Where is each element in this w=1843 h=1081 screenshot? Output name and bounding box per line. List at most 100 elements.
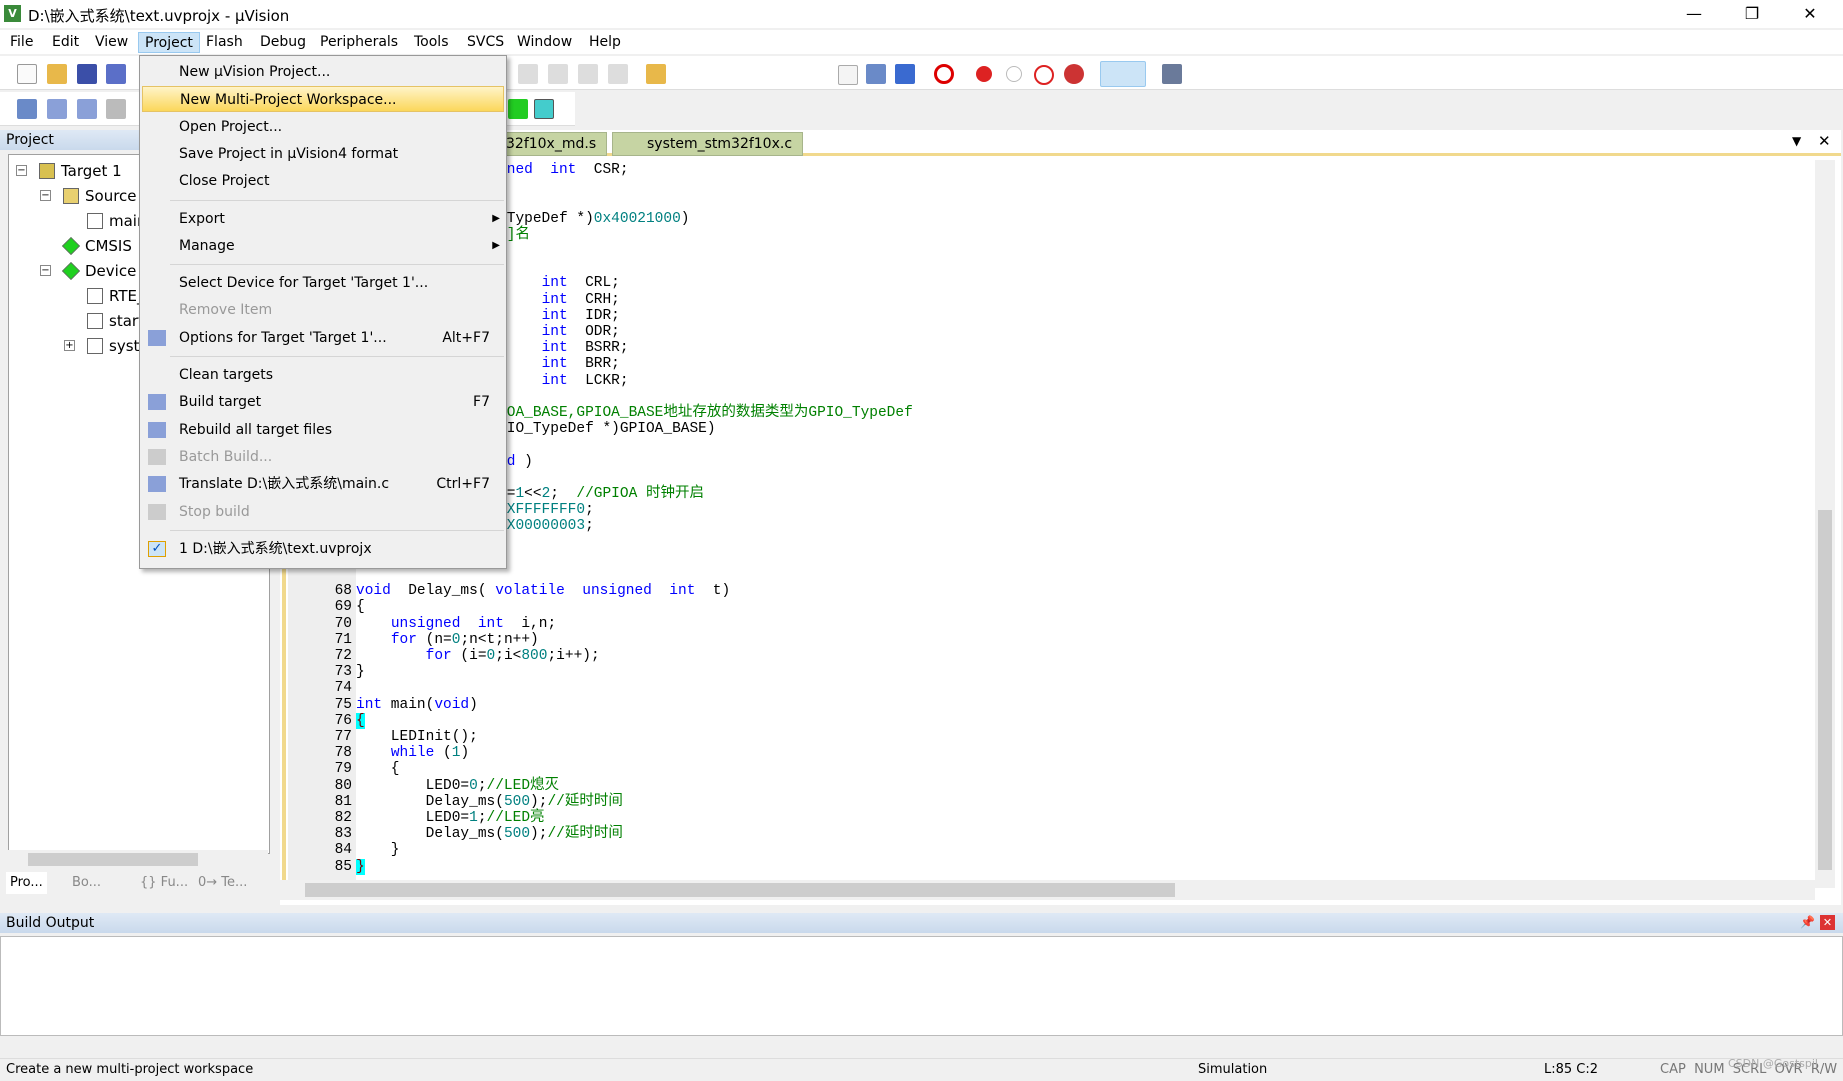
uncomment-icon[interactable] (608, 64, 628, 84)
tree-item[interactable]: RTE_ (87, 285, 144, 307)
panel-tab-1[interactable]: Bo... (72, 872, 101, 894)
find-dropdown[interactable] (838, 65, 858, 85)
window-layout-dropdown[interactable] (1100, 61, 1146, 87)
menu-item[interactable]: Build target F7 (142, 389, 504, 415)
editor-horizontal-scrollbar[interactable] (280, 880, 1815, 900)
breakpoint-icon[interactable] (976, 66, 992, 82)
minimize-button[interactable]: — (1665, 0, 1723, 28)
expander-collapse-icon[interactable]: − (40, 190, 51, 201)
panel-tab-3[interactable]: 0→ Te... (198, 872, 247, 894)
magic-wand-icon (148, 329, 166, 346)
tab-list-dropdown-icon[interactable]: ▼ (1792, 134, 1801, 148)
editor-vertical-scrollbar[interactable] (1815, 160, 1835, 888)
menu-view[interactable]: View (89, 32, 134, 53)
code-token: } (356, 842, 400, 859)
menu-peripherals[interactable]: Peripherals (314, 32, 404, 53)
kill-breakpoints-icon[interactable] (1064, 64, 1084, 84)
batch-build-icon[interactable] (106, 99, 126, 119)
find-icon[interactable] (866, 64, 886, 84)
save-icon[interactable] (77, 64, 97, 84)
restore-button[interactable]: ❐ (1723, 0, 1781, 28)
project-horizontal-scrollbar[interactable] (8, 850, 268, 868)
indent-icon[interactable] (518, 64, 538, 84)
select-packs-icon[interactable] (534, 99, 554, 119)
menu-edit[interactable]: Edit (46, 32, 85, 53)
find-in-files-icon[interactable] (646, 64, 666, 84)
translate-icon[interactable] (17, 99, 37, 119)
tree-item[interactable]: Device (61, 260, 136, 282)
menu-debug[interactable]: Debug (254, 32, 312, 53)
tree-item[interactable]: CMSIS (61, 235, 132, 257)
code-token: ); (530, 826, 548, 843)
menu-item[interactable]: Rebuild all target files (142, 417, 504, 443)
editor-tabs: 32f10x_md.s system_stm32f10x.c ▼ ✕ (280, 130, 1841, 156)
menu-item-shortcut: Alt+F7 (442, 329, 490, 346)
menu-item[interactable]: Manage ▶ (142, 233, 504, 259)
close-build-output-icon[interactable]: ✕ (1820, 915, 1835, 930)
panel-tab-2[interactable]: {} Fu... (140, 872, 188, 894)
tab-system-file[interactable]: system_stm32f10x.c (612, 132, 804, 156)
menu-window[interactable]: Window (511, 32, 578, 53)
code-line: 83 Delay_ms(500);//延时时间 (280, 826, 1810, 842)
unindent-icon[interactable] (548, 64, 568, 84)
menu-item[interactable]: Clean targets (142, 362, 504, 388)
incremental-find-icon[interactable] (895, 64, 915, 84)
menu-item[interactable]: New Multi-Project Workspace... (142, 86, 504, 113)
batch-build-icon (148, 448, 166, 465)
open-folder-icon[interactable] (47, 64, 67, 84)
rebuild-icon[interactable] (77, 99, 97, 119)
debug-session-icon[interactable] (934, 64, 954, 84)
menu-project[interactable]: Project (138, 32, 200, 53)
tab-startup-file[interactable]: 32f10x_md.s (495, 132, 608, 156)
close-button[interactable]: ✕ (1781, 0, 1839, 28)
menu-help[interactable]: Help (583, 32, 627, 53)
new-file-icon[interactable] (17, 64, 37, 84)
build-output-area[interactable] (0, 936, 1843, 1036)
watermark: CSDN @Gostspil (1728, 1057, 1818, 1070)
menu-svcs[interactable]: SVCS (461, 32, 510, 53)
menu-file[interactable]: File (4, 32, 39, 53)
expander-collapse-icon[interactable]: − (16, 165, 27, 176)
status-cursor-position: L:85 C:2 (1544, 1062, 1599, 1077)
tree-item[interactable]: main (87, 210, 146, 232)
menu-item[interactable]: Export ▶ (142, 206, 504, 232)
enable-breakpoint-icon[interactable] (1006, 66, 1022, 82)
line-number: 77 (334, 729, 352, 745)
code-line: IO_TypeDef *)GPIOA_BASE) (280, 421, 1810, 437)
menu-item[interactable]: Open Project... (142, 114, 504, 140)
code-line: 70 unsigned int i,n; (280, 616, 1810, 632)
menu-item-label: Remove Item (179, 302, 273, 319)
close-tab-icon[interactable]: ✕ (1818, 132, 1831, 150)
code-area[interactable]: ned int CSR; TypeDef *)0x40021000)]名 int … (280, 160, 1815, 888)
menu-item[interactable]: Remove Item (142, 297, 504, 323)
build-icon[interactable] (47, 99, 67, 119)
menu-item[interactable]: ✓ 1 D:\嵌入式系统\text.uvprojx (142, 536, 504, 562)
menu-item[interactable]: Close Project (142, 168, 504, 194)
code-token: { (356, 761, 400, 778)
menu-item[interactable]: Batch Build... (142, 444, 504, 470)
menu-item[interactable]: Save Project in µVision4 format (142, 141, 504, 167)
line-number: 73 (334, 664, 352, 681)
c-file-icon (87, 313, 103, 329)
disable-breakpoints-icon[interactable] (1034, 65, 1054, 85)
panel-tab-0[interactable]: Pro... (6, 872, 47, 894)
code-text: int CRL; (507, 275, 620, 291)
tree-item[interactable]: Target 1 (39, 160, 122, 182)
menu-flash[interactable]: Flash (200, 32, 249, 53)
menu-item[interactable]: Select Device for Target 'Target 1'... (142, 270, 504, 296)
pin-icon[interactable]: 📌 (1800, 915, 1815, 929)
save-all-icon[interactable] (106, 64, 126, 84)
menu-item[interactable]: Options for Target 'Target 1'... Alt+F7 (142, 325, 504, 351)
comment-icon[interactable] (578, 64, 598, 84)
expander-collapse-icon[interactable]: − (40, 265, 51, 276)
expander-expand-icon[interactable]: + (64, 340, 75, 351)
code-token: CRL; (567, 275, 620, 292)
menu-item[interactable]: Stop build (142, 499, 504, 525)
configure-wrench-icon[interactable] (1162, 64, 1182, 84)
menu-item[interactable]: New µVision Project... (142, 59, 504, 85)
menu-item[interactable]: Translate D:\嵌入式系统\main.c Ctrl+F7 (142, 471, 504, 497)
code-token: ; (477, 777, 487, 794)
menu-tools[interactable]: Tools (408, 32, 455, 53)
manage-components-icon[interactable] (508, 99, 528, 119)
code-text: { (356, 712, 365, 729)
